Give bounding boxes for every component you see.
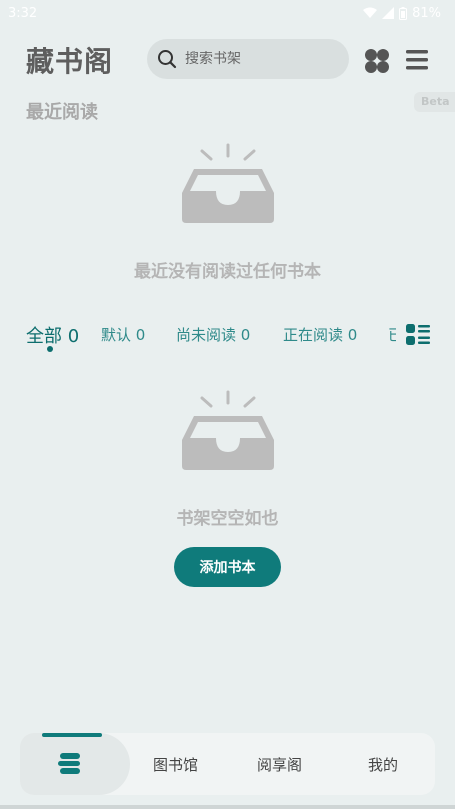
recent-reading-title: 最近阅读 bbox=[26, 102, 98, 123]
nav-profile[interactable]: 我的 bbox=[368, 754, 398, 775]
tab-all[interactable]: 全部 0 bbox=[26, 322, 79, 348]
menu-icon[interactable] bbox=[405, 48, 429, 72]
status-bar: 3:32 81% bbox=[0, 0, 455, 26]
empty-tray-icon bbox=[182, 143, 274, 223]
active-tab-indicator bbox=[47, 346, 53, 352]
add-book-button[interactable]: 添加书本 bbox=[174, 547, 281, 587]
battery-percent: 81% bbox=[412, 5, 441, 21]
tab-unread[interactable]: 尚未阅读 0 bbox=[176, 324, 250, 345]
search-icon bbox=[158, 50, 177, 69]
nav-bookshelf[interactable] bbox=[20, 733, 130, 795]
bookshelf-icon bbox=[58, 753, 80, 774]
status-icons: 81% bbox=[363, 6, 441, 21]
nav-share[interactable]: 阅享阁 bbox=[257, 754, 302, 775]
status-time: 3:32 bbox=[8, 5, 38, 21]
search-input[interactable] bbox=[185, 51, 335, 67]
tab-count: 0 bbox=[347, 326, 358, 344]
wifi-icon bbox=[363, 7, 378, 18]
header: 藏书阁 bbox=[0, 38, 455, 82]
system-nav-bar bbox=[0, 805, 455, 809]
battery-icon bbox=[399, 6, 408, 20]
tab-count: 0 bbox=[135, 326, 146, 344]
empty-shelf-message: 书架空空如也 bbox=[176, 509, 279, 529]
tab-label: 全部 bbox=[26, 326, 62, 347]
tab-reading[interactable]: 正在阅读 0 bbox=[283, 324, 357, 345]
tab-label: 尚未阅读 bbox=[176, 326, 237, 344]
tab-count: 0 bbox=[240, 326, 251, 344]
bottom-nav: 图书馆 阅享阁 我的 bbox=[20, 733, 435, 795]
tab-label: 正在阅读 bbox=[283, 326, 344, 344]
search-box[interactable] bbox=[147, 39, 349, 79]
tab-count: 0 bbox=[67, 326, 80, 347]
empty-shelf-icon bbox=[182, 390, 274, 470]
nav-library[interactable]: 图书馆 bbox=[153, 754, 198, 775]
signal-icon bbox=[382, 7, 395, 19]
nav-active-indicator bbox=[42, 733, 102, 737]
tab-default[interactable]: 默认 0 bbox=[101, 324, 145, 345]
beta-badge: Beta bbox=[414, 92, 455, 112]
list-layout-icon[interactable] bbox=[406, 324, 430, 346]
grid-view-icon[interactable] bbox=[363, 47, 391, 75]
tab-label: 默认 bbox=[101, 326, 132, 344]
empty-recent-message: 最近没有阅读过任何书本 bbox=[134, 262, 321, 282]
tab-read-partial[interactable]: 已 bbox=[388, 324, 396, 345]
app-title: 藏书阁 bbox=[26, 45, 114, 78]
shelf-tabs: 全部 0 默认 0 尚未阅读 0 正在阅读 0 已 bbox=[0, 320, 455, 360]
